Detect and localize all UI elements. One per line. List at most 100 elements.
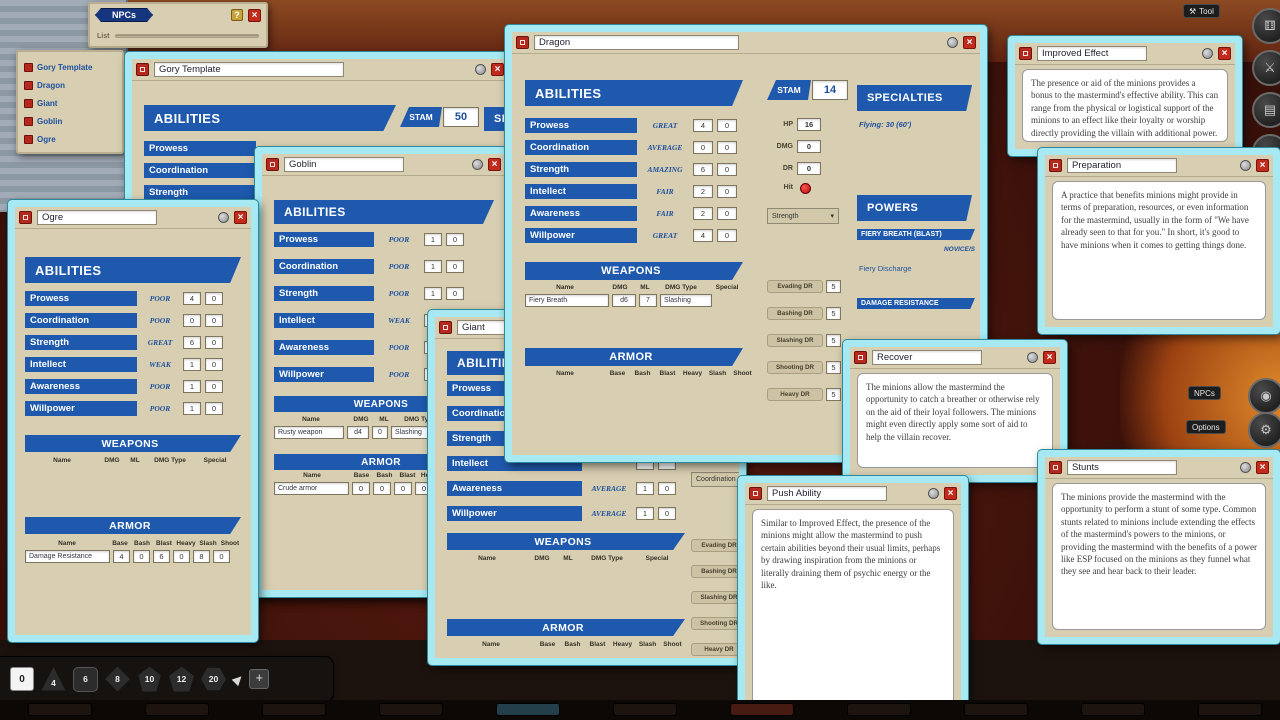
close-icon[interactable]: × [1043,351,1056,364]
hotkey-tab[interactable] [496,703,560,716]
pin-icon[interactable] [472,159,483,170]
modifier-box[interactable]: 0 [10,667,34,691]
ability-rating[interactable]: WEAK [378,316,420,325]
ability-mod[interactable]: 0 [717,229,737,242]
armor-value[interactable]: 0 [373,482,391,495]
note-title-field[interactable]: Stunts [1067,460,1177,475]
npc-name-field[interactable]: Goblin [284,157,404,172]
hotkey-tab[interactable] [613,703,677,716]
ability-name[interactable]: Strength [25,335,137,350]
power-name[interactable]: DAMAGE RESISTANCE [857,298,975,309]
weapon-ml[interactable]: 0 [372,426,388,439]
dr-value[interactable]: 0 [797,162,821,175]
ability-rating[interactable]: WEAK [141,360,179,369]
hotkey-tab[interactable] [1081,703,1145,716]
ability-rating[interactable]: GREAT [141,338,179,347]
hotkey-tab[interactable] [1198,703,1262,716]
npcs-list-titlebar[interactable]: NPCs ? × [90,4,266,26]
ability-mod[interactable]: 0 [446,233,464,246]
weapon-dmg[interactable]: d4 [347,426,369,439]
ability-value[interactable]: 1 [183,402,201,415]
note-body[interactable]: Similar to Improved Effect, the presence… [752,509,954,706]
note-body[interactable]: The minions provide the mastermind with … [1052,483,1266,630]
pin-icon[interactable] [947,37,958,48]
ability-value[interactable]: 2 [693,185,713,198]
list-item[interactable]: Goblin [18,112,122,130]
list-item[interactable]: Ogre [18,130,122,148]
dr-value[interactable]: 5 [826,361,841,374]
ability-select[interactable]: Strength ▾ [767,208,839,224]
pin-icon[interactable] [1240,160,1251,171]
ability-name[interactable]: Awareness [525,206,637,221]
note-title-field[interactable]: Improved Effect [1037,46,1147,61]
d12-die[interactable]: 12 [169,667,194,692]
dr-value[interactable]: 5 [826,307,841,320]
armor-value[interactable]: 8 [193,550,210,563]
pointer-icon[interactable]: ▶ [229,671,245,687]
armor-name[interactable]: Crude armor [274,482,349,495]
ability-value[interactable]: 1 [636,482,654,495]
sheet-titlebar[interactable]: Dragon × [512,32,980,54]
npc-name-field[interactable]: Dragon [534,35,739,50]
ability-mod[interactable]: 0 [717,185,737,198]
npc-name-field[interactable]: Ogre [37,210,157,225]
hotkey-tab[interactable] [964,703,1028,716]
d6-die[interactable]: 6 [73,667,98,692]
pin-icon[interactable] [928,488,939,499]
ability-rating[interactable]: AMAZING [641,165,689,174]
ability-name[interactable]: Intellect [274,313,374,328]
npcs-radial-button[interactable]: ◉ [1248,378,1280,414]
dr-value[interactable]: 5 [826,388,841,401]
options-sidebar-button[interactable]: Options [1186,420,1226,434]
ability-mod[interactable]: 0 [446,287,464,300]
ability-value[interactable]: 4 [693,229,713,242]
ability-name[interactable]: Awareness [274,340,374,355]
ability-name[interactable]: Coordination [144,163,256,178]
ability-rating[interactable]: GREAT [641,231,689,240]
ability-rating[interactable]: POOR [378,289,420,298]
ability-mod[interactable]: 0 [446,260,464,273]
note-titlebar[interactable]: Push Ability × [745,483,961,505]
note-title-field[interactable]: Preparation [1067,158,1177,173]
ability-rating[interactable]: POOR [378,370,420,379]
ability-name[interactable]: Willpower [274,367,374,382]
ability-mod[interactable]: 0 [205,358,223,371]
ability-rating[interactable]: POOR [141,294,179,303]
ability-rating[interactable]: FAIR [641,187,689,196]
ability-name[interactable]: Strength [144,185,256,200]
note-titlebar[interactable]: Improved Effect × [1015,43,1235,65]
ability-mod[interactable]: 0 [658,507,676,520]
note-titlebar[interactable]: Stunts × [1045,457,1273,479]
close-icon[interactable]: × [1256,461,1269,474]
ability-value[interactable]: 6 [183,336,201,349]
ability-mod[interactable]: 0 [205,402,223,415]
ability-rating[interactable]: POOR [141,316,179,325]
ability-mod[interactable]: 0 [658,482,676,495]
pin-icon[interactable] [475,64,486,75]
weapon-name[interactable]: Rusty weapon [274,426,344,439]
ability-name[interactable]: Awareness [447,481,582,496]
specialty-entry[interactable]: Flying: 30 (60') [859,120,911,129]
ability-name[interactable]: Strength [525,162,637,177]
armor-value[interactable]: 4 [113,550,130,563]
dice-radial-button[interactable]: ⚅ [1252,8,1280,44]
note-titlebar[interactable]: Recover × [850,347,1060,369]
ability-value[interactable]: 1 [424,260,442,273]
ability-name[interactable]: Prowess [274,232,374,247]
ability-mod[interactable]: 0 [205,292,223,305]
ability-name[interactable]: Coordination [25,313,137,328]
armor-value[interactable]: 6 [153,550,170,563]
close-icon[interactable]: × [1218,47,1231,60]
options-radial-button[interactable]: ⚙ [1248,412,1280,448]
power-link[interactable]: Fiery Discharge [859,264,912,273]
ability-rating[interactable]: AVERAGE [586,484,632,493]
dmg-value[interactable]: 0 [797,140,821,153]
combat-radial-button[interactable]: ⚔ [1252,50,1280,86]
ability-value[interactable]: 2 [693,207,713,220]
sheet-titlebar[interactable]: Goblin × [262,154,505,176]
ability-name[interactable]: Strength [274,286,374,301]
ability-name[interactable]: Awareness [25,379,137,394]
ability-name[interactable]: Coordination [274,259,374,274]
ability-rating[interactable]: POOR [378,262,420,271]
d10-die[interactable]: 10 [137,667,162,692]
